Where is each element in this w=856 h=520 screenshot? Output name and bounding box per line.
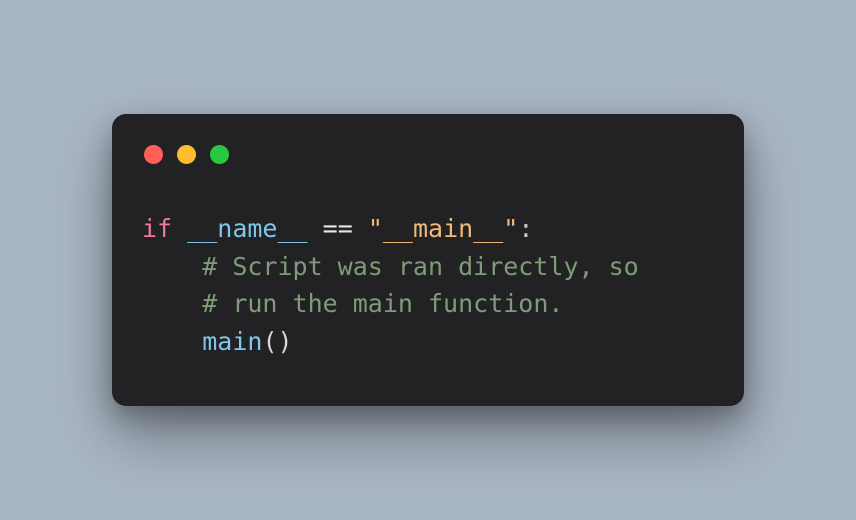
- string-main: "__main__": [368, 214, 519, 243]
- code-window: if __name__ == "__main__": # Script was …: [112, 114, 744, 406]
- comment-line-1: # Script was ran directly, so: [202, 252, 639, 281]
- keyword-if: if: [142, 214, 172, 243]
- operator-eq: ==: [323, 214, 353, 243]
- titlebar: [112, 114, 744, 172]
- zoom-icon[interactable]: [210, 145, 229, 164]
- close-icon[interactable]: [144, 145, 163, 164]
- colon: :: [518, 214, 533, 243]
- comment-line-2: # run the main function.: [202, 289, 563, 318]
- fn-main: main: [202, 327, 262, 356]
- code-block: if __name__ == "__main__": # Script was …: [112, 172, 744, 360]
- paren-open: (: [262, 327, 277, 356]
- identifier-name: __name__: [187, 214, 307, 243]
- minimize-icon[interactable]: [177, 145, 196, 164]
- indent: [142, 289, 202, 318]
- paren-close: ): [278, 327, 293, 356]
- indent: [142, 327, 202, 356]
- indent: [142, 252, 202, 281]
